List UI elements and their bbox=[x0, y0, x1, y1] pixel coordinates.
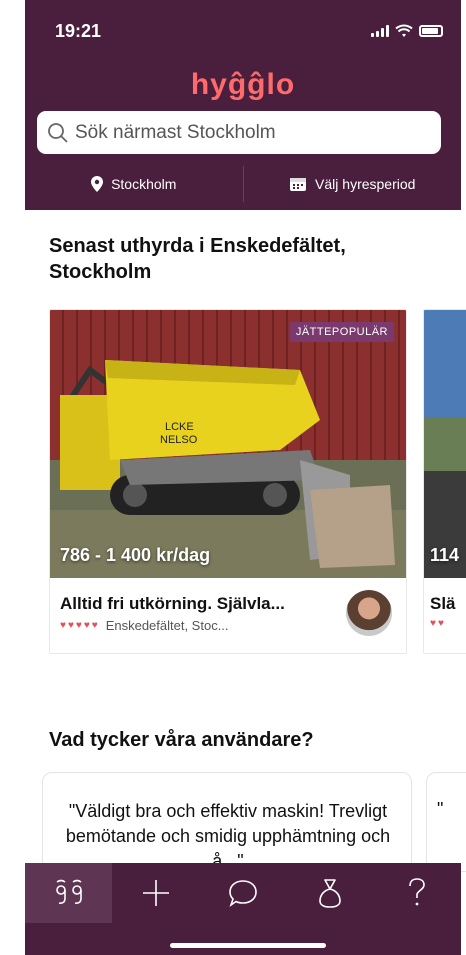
location-pin-icon bbox=[91, 176, 104, 192]
battery-icon bbox=[419, 25, 443, 37]
listing-price: 786 - 1 400 kr/dag bbox=[60, 545, 211, 565]
review-card-partial[interactable]: " bbox=[426, 772, 466, 872]
bottom-tab-bar bbox=[25, 863, 461, 955]
listing-price: 114 bbox=[430, 545, 460, 565]
heart-icon: ♥ bbox=[60, 620, 66, 631]
svg-text:NELSO: NELSO bbox=[160, 434, 198, 446]
listing-location: Enskedefältet, Stoc... bbox=[105, 618, 229, 633]
hygglo-logo: hyĝĝlo bbox=[190, 68, 296, 101]
profile-icon bbox=[319, 879, 342, 908]
search-icon bbox=[48, 122, 68, 143]
home-indicator[interactable] bbox=[170, 943, 326, 948]
review-card[interactable]: "Väldigt bra och effektiv maskin! Trevli… bbox=[42, 772, 412, 872]
status-time: 19:21 bbox=[55, 21, 102, 41]
hygglo-logo-icon bbox=[55, 879, 82, 904]
popularity-badge: JÄTTEPOPULÄR bbox=[289, 322, 394, 342]
help-icon bbox=[409, 878, 426, 906]
status-bar: 19:21 bbox=[25, 0, 461, 58]
heart-icon: ♥ bbox=[75, 620, 82, 631]
wifi-icon bbox=[395, 24, 413, 37]
heart-icon: ♥ bbox=[91, 620, 98, 631]
search-input[interactable] bbox=[75, 121, 415, 144]
listing-card-partial[interactable]: 114 Slä ♥ ♥ bbox=[423, 309, 466, 654]
owner-avatar[interactable] bbox=[346, 590, 392, 636]
listing-card[interactable]: LCKE NELSO JÄTTEPOPULÄR 786 - 1 400 kr/d… bbox=[49, 309, 407, 654]
app-header: 19:21 hyĝĝlo Stockholm bbox=[25, 0, 461, 210]
signal-icon bbox=[371, 25, 389, 37]
heart-icon: ♥ bbox=[430, 618, 436, 629]
listing-image: 114 bbox=[424, 310, 466, 578]
listing-meta: ♥ ♥ ♥ ♥ ♥ Enskedefältet, Stoc... bbox=[60, 618, 229, 633]
heart-icon: ♥ bbox=[437, 618, 444, 629]
location-label: Stockholm bbox=[111, 176, 177, 192]
location-row: Stockholm Välj hyresperiod bbox=[25, 164, 461, 204]
rental-period-selector[interactable]: Välj hyresperiod bbox=[244, 176, 462, 192]
heart-icon: ♥ bbox=[83, 620, 90, 631]
listing-title: Slä bbox=[430, 594, 456, 613]
calendar-icon bbox=[290, 178, 307, 191]
rental-period-label: Välj hyresperiod bbox=[315, 176, 416, 192]
plus-icon bbox=[142, 880, 169, 906]
status-icons bbox=[371, 24, 443, 38]
rating-hearts: ♥ ♥ ♥ ♥ ♥ bbox=[60, 620, 98, 631]
tab-home[interactable] bbox=[25, 863, 113, 923]
tab-profile[interactable] bbox=[287, 863, 374, 923]
location-selector[interactable]: Stockholm bbox=[25, 176, 243, 192]
tab-list bbox=[25, 863, 461, 923]
listing-title: Alltid fri utkörning. Självla... bbox=[60, 594, 285, 613]
chat-bubble-icon bbox=[229, 880, 257, 908]
search-bar[interactable] bbox=[37, 111, 441, 154]
review-text: " bbox=[437, 799, 444, 819]
tab-help[interactable] bbox=[374, 863, 461, 923]
listing-image: LCKE NELSO JÄTTEPOPULÄR 786 - 1 400 kr/d… bbox=[50, 310, 406, 578]
recent-rentals-title: Senast uthyrda i Enskedefältet, Stockhol… bbox=[49, 235, 346, 283]
rating-hearts: ♥ ♥ bbox=[430, 618, 444, 629]
listing-meta: ♥ ♥ bbox=[430, 618, 444, 629]
heart-icon: ♥ bbox=[67, 620, 74, 631]
tab-add[interactable] bbox=[112, 863, 199, 923]
reviews-title: Vad tycker våra användare? bbox=[49, 729, 314, 751]
tab-messages[interactable] bbox=[199, 863, 286, 923]
dumper-photo: LCKE NELSO bbox=[50, 310, 406, 578]
svg-text:LCKE: LCKE bbox=[165, 421, 194, 433]
